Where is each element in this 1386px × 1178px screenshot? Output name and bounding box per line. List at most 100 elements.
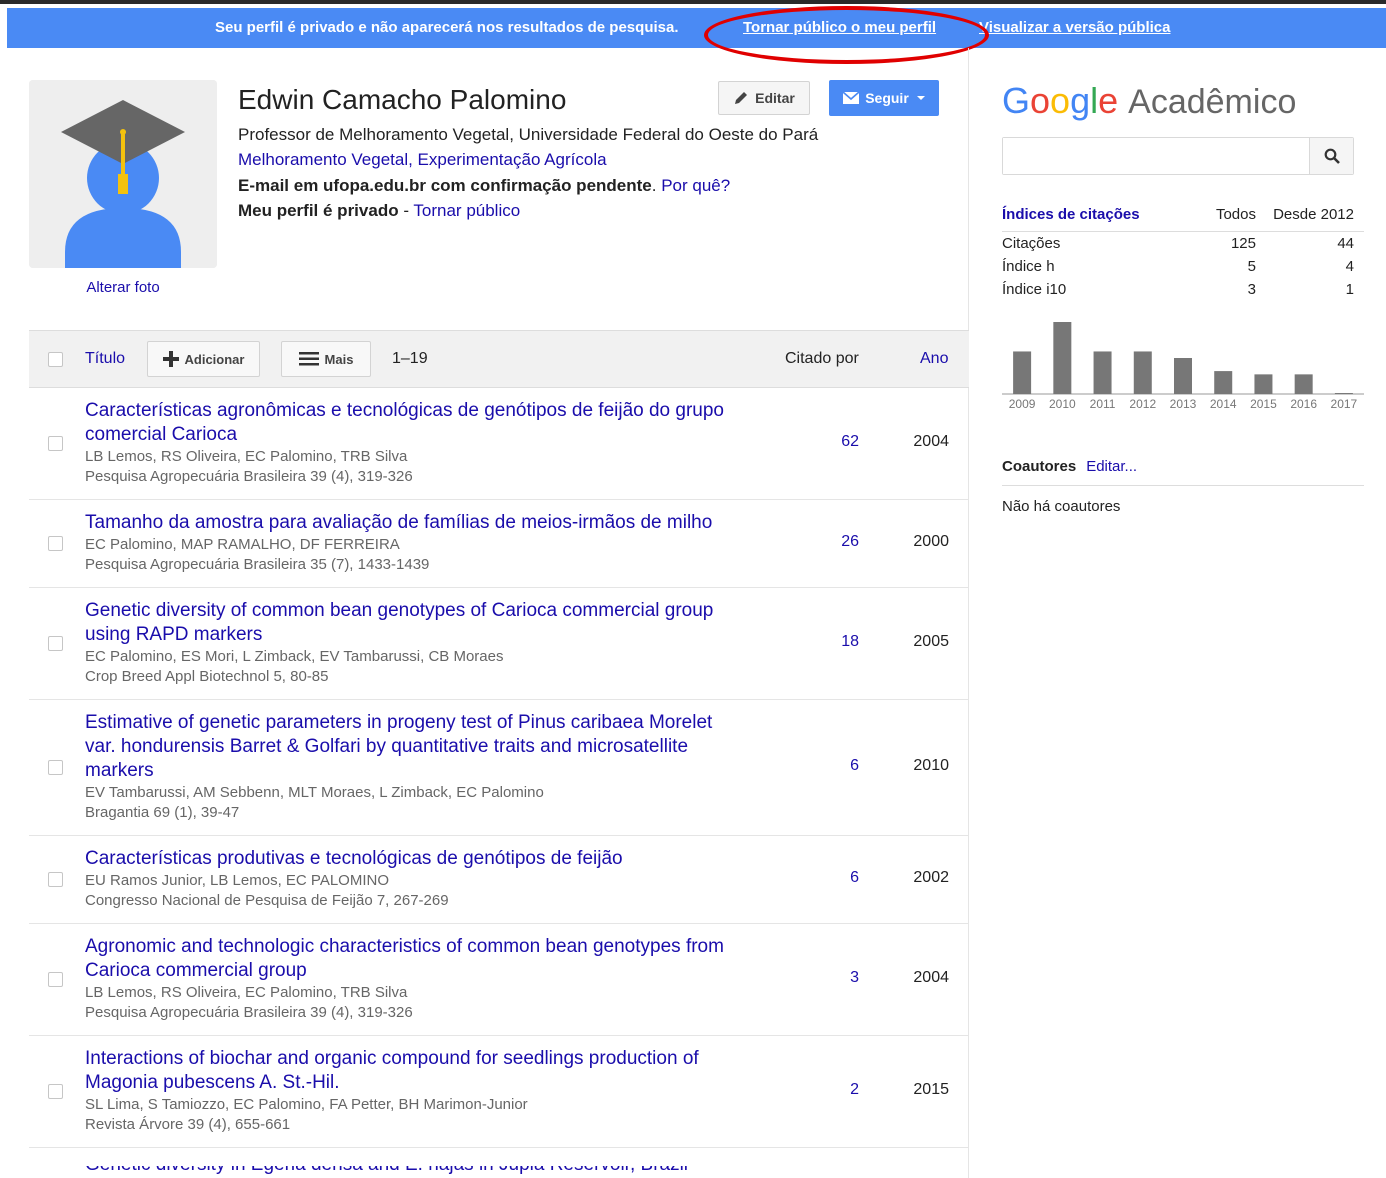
cited-by-count-link[interactable]: 3 bbox=[809, 969, 859, 987]
chart-bar-2014[interactable] bbox=[1214, 371, 1233, 394]
article-title-link[interactable]: Genetic diversity of common bean genotyp… bbox=[85, 599, 725, 647]
chart-year-label: 2014 bbox=[1210, 397, 1237, 411]
citations-per-year-chart: 2009 2010 2011 2012 2013 2014 2015 2016 2017 bbox=[1002, 322, 1364, 411]
profile-name: Edwin Camacho Palomino bbox=[238, 84, 567, 115]
article-checkbox[interactable] bbox=[48, 1083, 63, 1099]
more-actions-button[interactable]: Mais bbox=[281, 341, 371, 377]
article-title-link[interactable]: Agronomic and technologic characteristic… bbox=[85, 935, 725, 983]
hamburger-menu-icon bbox=[298, 352, 319, 366]
citation-row-label: Índice h bbox=[1002, 258, 1055, 275]
article-title-link[interactable]: Tamanho da amostra para avaliação de fam… bbox=[85, 511, 725, 535]
search-input[interactable] bbox=[1003, 138, 1309, 174]
chart-bar-2016[interactable] bbox=[1294, 374, 1313, 394]
profile-research-topics[interactable]: Melhoramento Vegetal, Experimentação Agr… bbox=[238, 150, 607, 170]
why-link[interactable]: Por quê? bbox=[661, 176, 730, 195]
articles-list: Características agronômicas e tecnológic… bbox=[29, 388, 969, 1148]
profile-photo[interactable] bbox=[29, 80, 217, 268]
make-public-link[interactable]: Tornar público bbox=[413, 201, 520, 220]
citation-row: Índice i10 3 1 bbox=[1002, 278, 1364, 301]
follow-button[interactable]: Seguir bbox=[829, 80, 939, 116]
article-checkbox[interactable] bbox=[48, 971, 63, 987]
edit-coauthors-link[interactable]: Editar... bbox=[1086, 458, 1137, 475]
chart-year-label: 2011 bbox=[1090, 397, 1116, 411]
sort-by-year-link[interactable]: Ano bbox=[920, 350, 948, 368]
article-checkbox[interactable] bbox=[48, 435, 63, 451]
google-scholar-logo[interactable]: Google Acadêmico bbox=[1002, 80, 1296, 122]
article-checkbox[interactable] bbox=[48, 535, 63, 551]
logo-letter: l bbox=[1090, 80, 1099, 121]
chart-year-label: 2012 bbox=[1129, 397, 1156, 411]
cutoff-article-title[interactable]: Genetic diversity in Egeria densa and E.… bbox=[85, 1166, 688, 1176]
article-year: 2004 bbox=[913, 968, 949, 986]
search-button[interactable] bbox=[1309, 138, 1353, 174]
plus-icon bbox=[162, 351, 179, 367]
article-authors: EV Tambarussi, AM Sebbenn, MLT Moraes, L… bbox=[85, 784, 544, 801]
privacy-separator: - bbox=[398, 201, 414, 220]
article-range: 1–19 bbox=[392, 350, 428, 367]
sort-by-title-link[interactable]: Título bbox=[85, 350, 125, 368]
citation-row-label: Índice i10 bbox=[1002, 281, 1067, 298]
article-checkbox[interactable] bbox=[48, 635, 63, 651]
chart-bar-2017[interactable] bbox=[1334, 393, 1353, 395]
column-all-header: Todos bbox=[1215, 206, 1256, 223]
citation-row-since: 4 bbox=[1345, 258, 1354, 275]
citation-row-since: 1 bbox=[1345, 281, 1354, 298]
article-title-link[interactable]: Características agronômicas e tecnológic… bbox=[85, 399, 725, 447]
chart-bar-2013[interactable] bbox=[1174, 358, 1192, 394]
citation-row-label: Citações bbox=[1002, 235, 1061, 252]
column-since-header: Desde 2012 bbox=[1273, 206, 1354, 223]
chart-year-label: 2010 bbox=[1049, 397, 1076, 411]
view-public-version-link[interactable]: Visualizar a versão pública bbox=[979, 8, 1170, 48]
citation-indices-table: Índices de citações Todos Desde 2012 Cit… bbox=[1002, 204, 1364, 301]
logo-letter: g bbox=[1070, 80, 1091, 121]
graduate-avatar-icon bbox=[29, 80, 217, 268]
change-photo-link[interactable]: Alterar foto bbox=[29, 279, 217, 296]
articles-table-header: Título Adicionar Mais 1–19 Citado por An… bbox=[29, 330, 969, 388]
cited-by-count-link[interactable]: 62 bbox=[809, 433, 859, 451]
email-verification-status: E-mail em ufopa.edu.br com confirmação p… bbox=[238, 176, 731, 195]
article-venue: Pesquisa Agropecuária Brasileira 39 (4),… bbox=[85, 1004, 413, 1021]
edit-profile-button[interactable]: Editar bbox=[718, 81, 810, 115]
article-year: 2002 bbox=[913, 868, 949, 886]
article-title-link[interactable]: Características produtivas e tecnológica… bbox=[85, 847, 725, 871]
chart-bar-2009[interactable] bbox=[1013, 351, 1032, 394]
chart-bar-2015[interactable] bbox=[1254, 374, 1273, 394]
coauthors-header: Coautores Editar... bbox=[1002, 458, 1364, 486]
cited-by-header: Citado por bbox=[785, 350, 859, 367]
cited-by-count-link[interactable]: 6 bbox=[809, 869, 859, 887]
article-venue: Revista Árvore 39 (4), 655-661 bbox=[85, 1116, 291, 1133]
chart-bar-2011[interactable] bbox=[1093, 351, 1112, 394]
article-row: Genetic diversity of common bean genotyp… bbox=[29, 588, 969, 700]
private-profile-banner: Seu perfil é privado e não aparecerá nos… bbox=[7, 8, 1386, 48]
article-venue: Pesquisa Agropecuária Brasileira 35 (7),… bbox=[85, 556, 430, 573]
google-wordmark: Google bbox=[1002, 80, 1118, 121]
article-title-link[interactable]: Estimative of genetic parameters in prog… bbox=[85, 711, 725, 783]
private-status-text: Meu perfil é privado bbox=[238, 201, 399, 220]
cited-by-count-link[interactable]: 26 bbox=[809, 533, 859, 551]
more-button-label: Mais bbox=[324, 351, 354, 367]
citation-row: Índice h 5 4 bbox=[1002, 255, 1364, 278]
article-checkbox[interactable] bbox=[48, 871, 63, 887]
citation-table-header: Índices de citações Todos Desde 2012 bbox=[1002, 204, 1364, 232]
partially-visible-article: Genetic diversity in Egeria densa and E.… bbox=[29, 1166, 969, 1178]
chart-bar-2012[interactable] bbox=[1133, 351, 1152, 394]
article-row: Estimative of genetic parameters in prog… bbox=[29, 700, 969, 836]
citation-indices-header[interactable]: Índices de citações bbox=[1002, 206, 1140, 223]
privacy-status: Meu perfil é privado - Tornar público bbox=[238, 201, 520, 221]
article-year: 2004 bbox=[913, 432, 949, 450]
banner-message: Seu perfil é privado e não aparecerá nos… bbox=[215, 19, 679, 36]
cited-by-count-link[interactable]: 2 bbox=[809, 1081, 859, 1099]
article-row: Características agronômicas e tecnológic… bbox=[29, 388, 969, 500]
profile-main-column: Alterar foto Edwin Camacho Palomino Edit… bbox=[0, 48, 969, 1178]
article-year: 2005 bbox=[913, 632, 949, 650]
article-title-link[interactable]: Interactions of biochar and organic comp… bbox=[85, 1047, 725, 1095]
cited-by-count-link[interactable]: 6 bbox=[809, 757, 859, 775]
make-profile-public-link[interactable]: Tornar público o meu perfil bbox=[743, 8, 936, 48]
add-article-button[interactable]: Adicionar bbox=[147, 341, 260, 377]
add-button-label: Adicionar bbox=[184, 351, 245, 367]
select-all-checkbox[interactable] bbox=[48, 352, 63, 367]
cited-by-count-link[interactable]: 18 bbox=[809, 633, 859, 651]
chart-bar-2010[interactable] bbox=[1053, 322, 1072, 394]
article-checkbox[interactable] bbox=[48, 759, 63, 775]
email-status-text: E-mail em ufopa.edu.br com confirmação p… bbox=[238, 176, 652, 195]
